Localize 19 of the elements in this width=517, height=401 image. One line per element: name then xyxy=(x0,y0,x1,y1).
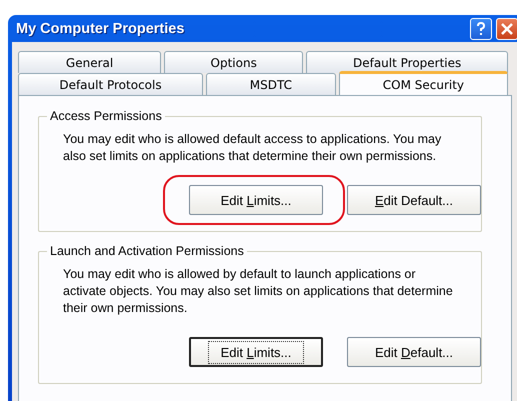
window-title: My Computer Properties xyxy=(16,20,186,36)
question-mark-icon xyxy=(476,22,486,36)
tab[interactable]: Options xyxy=(164,51,304,73)
tab[interactable]: Default Protocols xyxy=(18,73,203,95)
edit-button[interactable]: Edit Limits... xyxy=(189,337,323,367)
tab[interactable]: General xyxy=(18,51,162,73)
description-text: You may edit who is allowed by default to launch applications or activate objects. You may also set limits on applications that determine their own permissions. xyxy=(63,266,454,317)
group-title: Access Permissions xyxy=(47,109,165,123)
edit-button[interactable]: Edit Limits... xyxy=(189,185,323,215)
tab[interactable]: COM Security xyxy=(338,71,508,95)
edit-button[interactable]: Edit Default... xyxy=(347,337,481,367)
tab[interactable]: MSDTC xyxy=(206,73,336,95)
close-button[interactable] xyxy=(496,18,517,40)
help-button[interactable] xyxy=(470,18,492,40)
close-icon xyxy=(501,22,513,34)
description-text: You may edit who is allowed default access to applications. You may also set limits on applications that determine their own permissions. xyxy=(63,131,442,165)
tab[interactable]: Default Properties xyxy=(306,51,508,73)
edit-button[interactable]: Edit Default... xyxy=(347,185,481,215)
group-title: Launch and Activation Permissions xyxy=(47,244,247,258)
